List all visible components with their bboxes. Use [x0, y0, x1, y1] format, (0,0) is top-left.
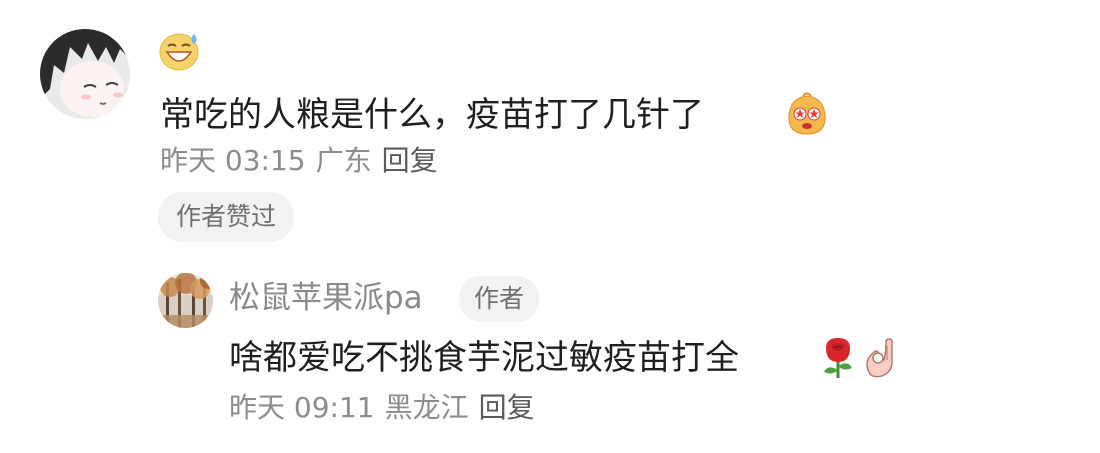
commenter-avatar[interactable] [40, 29, 130, 119]
reply-text: 啥都爱吃不挑食芋泥过敏疫苗打全 [229, 338, 739, 378]
comment-location: 广东 [315, 144, 372, 177]
reply-username[interactable]: 松鼠苹果派pa [229, 278, 423, 318]
ok-hand-icon [866, 338, 893, 378]
comment-text: 常吃的人粮是什么，疫苗打了几针了 [160, 95, 704, 135]
rose-icon [824, 338, 852, 378]
author-liked-chip: 作者赞过 [158, 192, 295, 242]
reply-body: 啥都爱吃不挑食芋泥过敏疫苗打全 [229, 338, 739, 378]
reply-location: 黑龙江 [384, 391, 469, 424]
author-badge: 作者 [459, 276, 540, 322]
reply-meta: 昨天 09:11 黑龙江 回复 [229, 391, 545, 425]
autumn-trees-avatar-icon [158, 273, 213, 328]
comment-time: 昨天 03:15 [160, 144, 306, 177]
cat-ear-character-avatar-icon [40, 29, 130, 119]
starry-eyed-emoji-icon [788, 92, 826, 135]
comment-meta: 昨天 03:15 广东 回复 [160, 144, 448, 178]
reply-reply-button[interactable]: 回复 [479, 391, 535, 424]
comment-body: 常吃的人粮是什么，疫苗打了几针了 [160, 95, 704, 135]
sweat-smile-emoji-icon [159, 33, 199, 71]
reply-time: 昨天 09:11 [229, 391, 375, 424]
reply-avatar[interactable] [158, 273, 213, 328]
comment-reply-button[interactable]: 回复 [382, 144, 438, 177]
